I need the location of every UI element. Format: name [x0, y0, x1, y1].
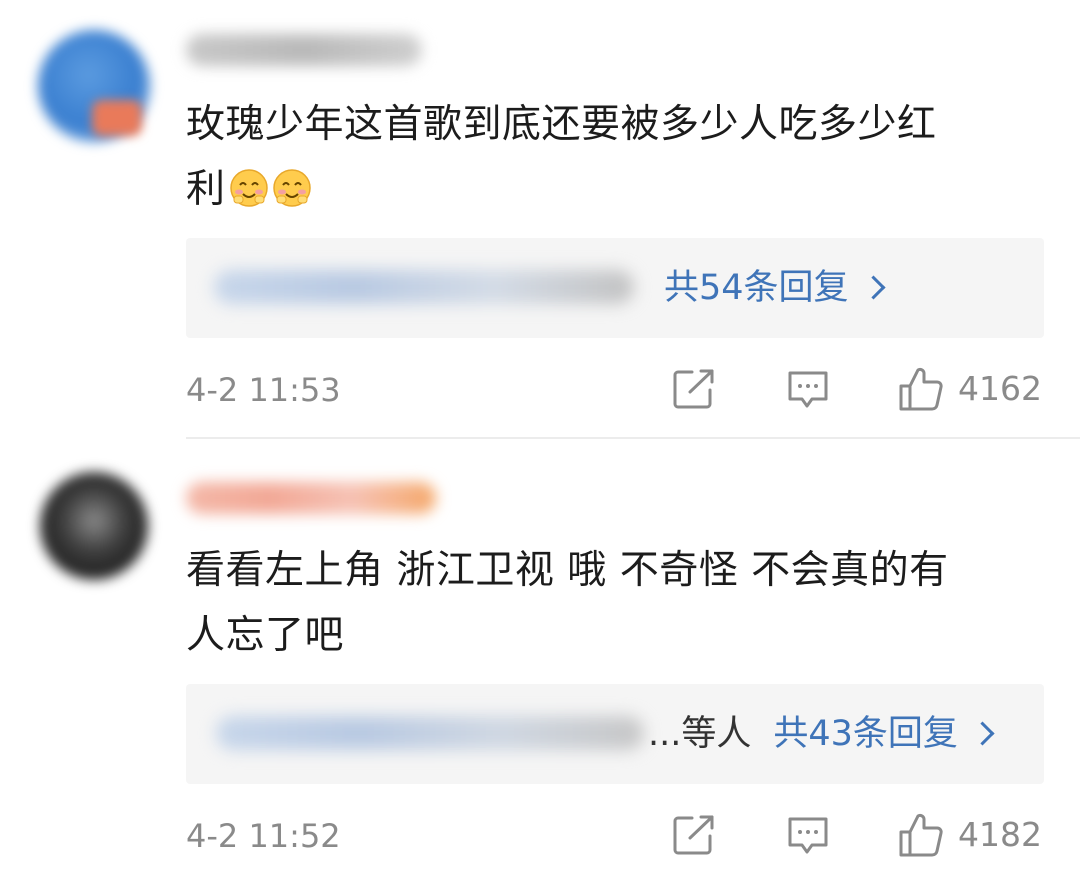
reply-count-link[interactable]: ...等人 共43条回复	[648, 684, 995, 784]
chevron-right-icon	[970, 721, 995, 746]
comment-text-line: 利	[186, 157, 1056, 222]
reply-preview-box[interactable]: 共54条回复	[186, 238, 1044, 338]
comment-button[interactable]	[786, 368, 830, 412]
comment-item: 玫瑰少年这首歌到底还要被多少人吃多少红 利 共54条回复 4-2 11:53 4…	[0, 0, 1080, 440]
comment-text-line: 看看左上角 浙江卫视 哦 不奇怪 不会真的有	[186, 548, 949, 593]
comment-text: 看看左上角 浙江卫视 哦 不奇怪 不会真的有 人忘了吧	[186, 538, 1056, 668]
thumbs-up-icon	[899, 813, 943, 857]
reply-count: 共43条回复	[773, 714, 958, 754]
comment-item: 看看左上角 浙江卫视 哦 不奇怪 不会真的有 人忘了吧 ...等人 共43条回复 …	[0, 440, 1080, 878]
username-blurred[interactable]	[186, 34, 422, 66]
divider	[186, 437, 1080, 439]
comment-text-line: 玫瑰少年这首歌到底还要被多少人吃多少红	[186, 102, 937, 147]
reply-count-link[interactable]: 共54条回复	[664, 238, 886, 338]
timestamp: 4-2 11:52	[186, 817, 341, 855]
share-button[interactable]	[672, 814, 716, 856]
comment-icon	[788, 371, 828, 408]
share-button[interactable]	[672, 368, 716, 410]
avatar-badge	[92, 100, 142, 136]
reply-prefix: ...等人	[648, 714, 752, 754]
reply-preview-box[interactable]: ...等人 共43条回复	[186, 684, 1044, 784]
like-count: 4162	[958, 369, 1042, 408]
comment-text: 玫瑰少年这首歌到底还要被多少人吃多少红 利	[186, 92, 1056, 222]
comment-text-line: 人忘了吧	[186, 613, 345, 658]
reply-count: 共54条回复	[664, 268, 849, 308]
like-count: 4182	[958, 815, 1042, 854]
thumbs-up-icon	[899, 367, 943, 411]
like-button[interactable]: 4162	[898, 366, 1042, 412]
blush-emoji-icon	[272, 169, 311, 207]
username-blurred[interactable]	[186, 482, 436, 514]
comment-button[interactable]	[786, 814, 830, 858]
reply-preview-blurred	[216, 716, 644, 750]
share-icon	[673, 815, 714, 855]
timestamp: 4-2 11:53	[186, 371, 341, 409]
like-button[interactable]: 4182	[898, 812, 1042, 858]
chevron-right-icon	[861, 275, 886, 300]
comment-icon	[788, 817, 828, 854]
avatar[interactable]	[40, 472, 148, 580]
comment-text-tail: 利	[186, 167, 226, 212]
reply-preview-blurred	[214, 270, 634, 304]
share-icon	[673, 369, 714, 409]
blush-emoji-icon	[229, 169, 268, 207]
